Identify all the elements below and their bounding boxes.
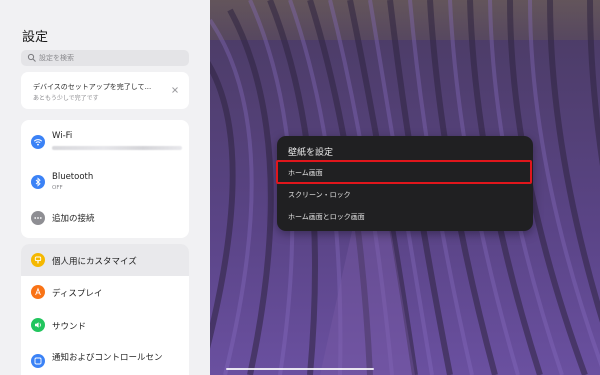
wifi-icon xyxy=(31,135,45,149)
bluetooth-icon xyxy=(31,175,45,189)
search-icon xyxy=(27,53,36,62)
bluetooth-status: OFF xyxy=(52,185,63,191)
notification-icon xyxy=(31,354,45,368)
sidebar-item-customize[interactable]: 個人用にカスタマイズ xyxy=(21,244,189,276)
connections-card: Wi-Fi Bluetooth OFF 追加の接続 xyxy=(21,120,189,238)
settings-panel: 設定 設定を検索 デバイスのセットアップを完了して... あともう少しで完了です… xyxy=(0,0,210,375)
display-icon xyxy=(31,285,45,299)
sidebar-item-bluetooth[interactable]: Bluetooth OFF xyxy=(21,166,189,202)
sound-icon xyxy=(31,318,45,332)
home-indicator[interactable] xyxy=(226,368,374,370)
setup-subtitle: あともう少しで完了です xyxy=(33,95,99,102)
wifi-label: Wi-Fi xyxy=(52,131,73,141)
sidebar-item-more-connections[interactable]: 追加の接続 xyxy=(21,206,189,234)
notifications-label: 通知およびコントロールセン xyxy=(52,353,163,363)
sound-label: サウンド xyxy=(52,322,87,332)
bluetooth-label: Bluetooth xyxy=(52,172,94,182)
option-home-and-lock[interactable]: ホーム画面とロック画面 xyxy=(288,212,365,222)
dialog-title: 壁紙を設定 xyxy=(288,148,334,158)
more-dots-icon xyxy=(31,211,45,225)
personalization-card: 個人用にカスタマイズ ディスプレイ サウンド 通知およびコントロールセン xyxy=(21,244,189,375)
search-placeholder: 設定を検索 xyxy=(39,54,74,62)
sidebar-item-sound[interactable]: サウンド xyxy=(21,310,189,340)
sidebar-item-display[interactable]: ディスプレイ xyxy=(21,278,189,308)
option-lock-screen[interactable]: スクリーン・ロック xyxy=(288,190,351,200)
customize-label: 個人用にカスタマイズ xyxy=(52,257,137,267)
more-connections-label: 追加の接続 xyxy=(52,214,95,224)
sidebar-item-notifications[interactable]: 通知およびコントロールセン xyxy=(21,344,189,375)
palette-icon xyxy=(31,253,45,267)
search-bar[interactable]: 設定を検索 xyxy=(21,50,189,66)
close-icon[interactable] xyxy=(171,86,179,94)
selection-highlight xyxy=(276,160,532,184)
setup-title: デバイスのセットアップを完了して... xyxy=(33,83,152,91)
sidebar-item-wifi[interactable]: Wi-Fi xyxy=(21,126,189,162)
wifi-network-name xyxy=(52,146,182,150)
settings-title: 設定 xyxy=(22,30,49,45)
display-label: ディスプレイ xyxy=(52,289,103,299)
setup-reminder-card[interactable]: デバイスのセットアップを完了して... あともう少しで完了です xyxy=(21,72,189,109)
